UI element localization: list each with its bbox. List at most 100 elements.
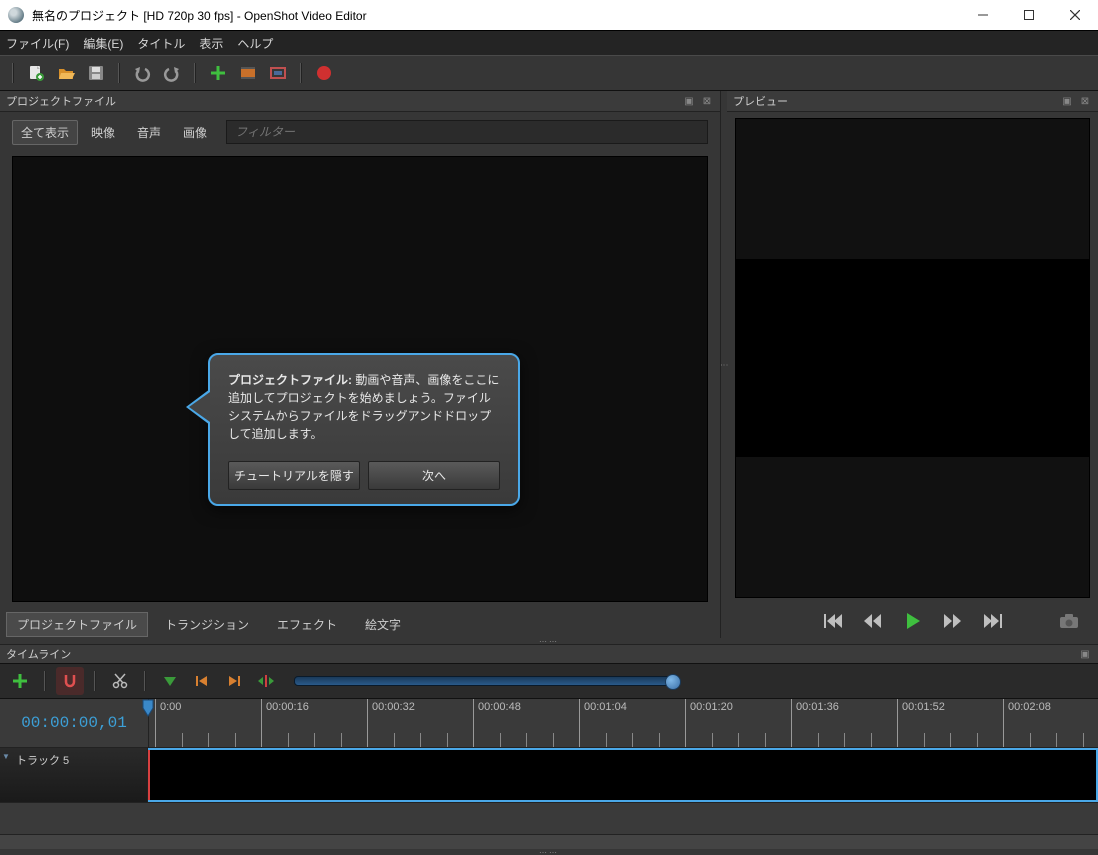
prev-marker-button[interactable] (188, 667, 216, 695)
ruler-subtick (394, 733, 395, 747)
preview-panel-title: プレビュー (733, 93, 788, 109)
close-preview-icon[interactable]: ⊠ (1078, 94, 1092, 108)
ruler-subtick (871, 733, 872, 747)
main-toolbar (0, 55, 1098, 91)
filter-all[interactable]: 全て表示 (12, 120, 78, 145)
ruler-subtick (420, 733, 421, 747)
import-file-button[interactable] (204, 59, 232, 87)
window-title: 無名のプロジェクト [HD 720p 30 fps] - OpenShot Vi… (32, 7, 367, 24)
ruler-subtick (844, 733, 845, 747)
ruler-tick: 00:02:08 (1003, 699, 1051, 747)
track-body[interactable] (148, 748, 1098, 802)
window-close-button[interactable] (1052, 0, 1098, 30)
razor-tool-button[interactable] (106, 667, 134, 695)
open-project-button[interactable] (52, 59, 80, 87)
fastforward-button[interactable] (942, 610, 964, 632)
project-files-panel: プロジェクトファイル ▣ ⊠ 全て表示 映像 音声 画像 プロジェクトファイル … (0, 91, 721, 638)
playhead-marker[interactable] (141, 699, 155, 717)
timeline-ruler[interactable]: 0:0000:00:1600:00:3200:00:4800:01:0400:0… (149, 699, 1098, 747)
ruler-subtick (1056, 733, 1057, 747)
next-tutorial-button[interactable]: 次へ (368, 461, 500, 490)
window-maximize-button[interactable] (1006, 0, 1052, 30)
window-minimize-button[interactable] (960, 0, 1006, 30)
menubar: ファイル(F) 編集(E) タイトル 表示 ヘルプ (0, 30, 1098, 55)
fullscreen-button[interactable] (264, 59, 292, 87)
ruler-tick: 00:01:36 (791, 699, 839, 747)
ruler-subtick (924, 733, 925, 747)
ruler-tick: 00:01:04 (579, 699, 627, 747)
center-playhead-button[interactable] (252, 667, 280, 695)
snap-toggle-button[interactable] (56, 667, 84, 695)
tutorial-arrow-icon (186, 389, 210, 425)
ruler-subtick (288, 733, 289, 747)
ruler-subtick (606, 733, 607, 747)
ruler-subtick (182, 733, 183, 747)
menu-view[interactable]: 表示 (199, 35, 223, 52)
timecode-display[interactable]: 00:00:00,01 (0, 699, 149, 747)
ruler-subtick (235, 733, 236, 747)
undo-button[interactable] (128, 59, 156, 87)
play-button[interactable] (902, 610, 924, 632)
add-track-button[interactable] (6, 667, 34, 695)
skip-start-button[interactable] (822, 610, 844, 632)
skip-end-button[interactable] (982, 610, 1004, 632)
ruler-tick: 00:00:16 (261, 699, 309, 747)
playhead-line (148, 750, 150, 800)
timeline-bottom-grip[interactable]: ⋯⋯ (0, 849, 1098, 855)
export-button[interactable] (310, 59, 338, 87)
timeline-scrollbar[interactable] (0, 834, 1098, 849)
undock-timeline-icon[interactable]: ▣ (1078, 647, 1092, 661)
profile-button[interactable] (234, 59, 262, 87)
ruler-subtick (632, 733, 633, 747)
window-titlebar: 無名のプロジェクト [HD 720p 30 fps] - OpenShot Vi… (0, 0, 1098, 30)
ruler-subtick (500, 733, 501, 747)
zoom-handle[interactable] (665, 674, 681, 690)
ruler-tick: 00:01:20 (685, 699, 733, 747)
save-project-button[interactable] (82, 59, 110, 87)
ruler-subtick (659, 733, 660, 747)
undock-icon[interactable]: ▣ (682, 94, 696, 108)
track-label: トラック 5 (16, 755, 69, 767)
ruler-subtick (977, 733, 978, 747)
menu-edit[interactable]: 編集(E) (83, 35, 123, 52)
preview-panel: プレビュー ▣ ⊠ (727, 91, 1098, 638)
track-header[interactable]: トラック 5 (0, 748, 148, 802)
ruler-subtick (553, 733, 554, 747)
filter-audio[interactable]: 音声 (128, 120, 170, 145)
tutorial-heading: プロジェクトファイル: (228, 373, 352, 387)
filter-input[interactable] (226, 120, 708, 144)
tab-effects[interactable]: エフェクト (266, 612, 348, 637)
filter-video[interactable]: 映像 (82, 120, 124, 145)
close-panel-icon[interactable]: ⊠ (700, 94, 714, 108)
menu-title[interactable]: タイトル (137, 35, 185, 52)
timeline-panel-title: タイムライン (6, 646, 71, 662)
tutorial-callout: プロジェクトファイル: 動画や音声、画像をここに追加してプロジェクトを始めましょ… (208, 353, 520, 506)
new-project-button[interactable] (22, 59, 50, 87)
ruler-tick: 0:00 (155, 699, 181, 747)
snapshot-button[interactable] (1058, 610, 1080, 632)
zoom-slider[interactable] (294, 676, 676, 686)
timeline-panel: タイムライン ▣ (0, 644, 1098, 855)
undock-preview-icon[interactable]: ▣ (1060, 94, 1074, 108)
ruler-subtick (818, 733, 819, 747)
tab-project-files[interactable]: プロジェクトファイル (6, 612, 148, 637)
tab-transitions[interactable]: トランジション (154, 612, 260, 637)
ruler-tick: 00:00:32 (367, 699, 415, 747)
redo-button[interactable] (158, 59, 186, 87)
add-marker-button[interactable] (156, 667, 184, 695)
next-marker-button[interactable] (220, 667, 248, 695)
rewind-button[interactable] (862, 610, 884, 632)
menu-help[interactable]: ヘルプ (237, 35, 273, 52)
preview-canvas (736, 259, 1089, 458)
ruler-subtick (1083, 733, 1084, 747)
hide-tutorial-button[interactable]: チュートリアルを隠す (228, 461, 360, 490)
app-icon (8, 7, 24, 23)
ruler-subtick (1030, 733, 1031, 747)
ruler-subtick (447, 733, 448, 747)
ruler-subtick (738, 733, 739, 747)
filter-image[interactable]: 画像 (174, 120, 216, 145)
preview-viewport (735, 118, 1090, 598)
ruler-subtick (526, 733, 527, 747)
menu-file[interactable]: ファイル(F) (6, 35, 69, 52)
tab-emoji[interactable]: 絵文字 (354, 612, 412, 637)
